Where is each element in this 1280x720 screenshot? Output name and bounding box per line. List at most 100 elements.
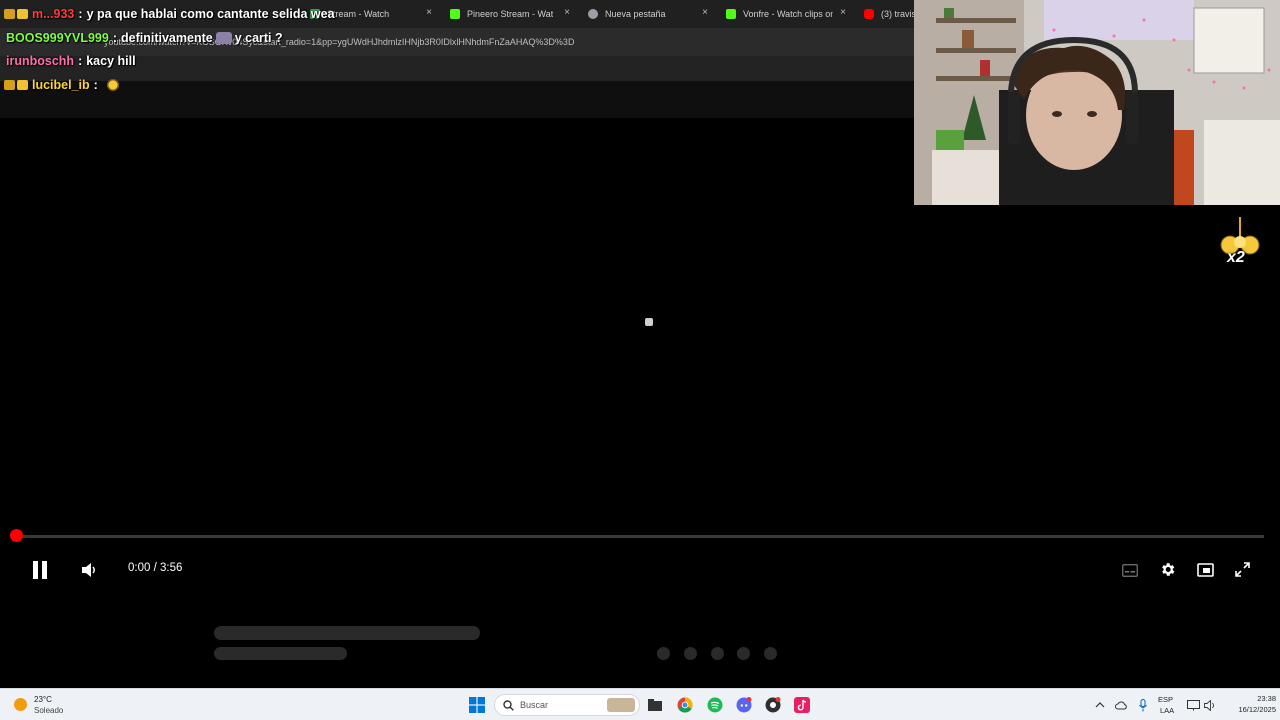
tab-favicon-icon [450, 9, 460, 19]
progress-scrubber[interactable] [10, 529, 23, 542]
spotify-button[interactable] [706, 696, 724, 714]
spotify-icon [707, 697, 723, 713]
pause-icon [33, 561, 47, 579]
browser-tab[interactable]: (3) travis s [854, 0, 914, 28]
tray-app-button[interactable] [1112, 696, 1130, 714]
weather-widget[interactable]: 23°C Soleado [0, 689, 90, 720]
chat-badge-icon [4, 80, 15, 90]
tab-close-icon[interactable]: × [426, 7, 432, 19]
webcam-feed [914, 0, 1280, 205]
search-icon [503, 700, 514, 711]
pause-button[interactable] [28, 558, 52, 582]
chat-username: irunboschh [6, 54, 75, 68]
time-separator: / [150, 562, 160, 574]
chat-text: definitivamente [121, 31, 213, 45]
page-header [0, 81, 914, 118]
chat-separator: : [78, 54, 83, 68]
tab-favicon-icon [864, 9, 874, 19]
title-skeleton [214, 626, 480, 640]
subtitle-skeleton [214, 647, 347, 660]
expand-icon [1235, 562, 1250, 577]
sun-icon [14, 698, 27, 711]
tab-title: Vonfre - Watch clips on K [743, 9, 833, 19]
subtitles-icon [1122, 563, 1138, 577]
screen: Stream - Watch × Pineero Stream - Watch … [0, 0, 1280, 720]
emote-combo-overlay: x2 [1218, 215, 1262, 271]
progress-bar[interactable] [16, 535, 1264, 538]
button-skeleton [764, 647, 777, 660]
theater-mode-icon [1197, 562, 1214, 577]
browser-tab[interactable]: Pineero Stream - Watch L × [440, 0, 578, 28]
chrome-icon [677, 697, 693, 713]
network-button[interactable] [1184, 696, 1202, 714]
chat-message: BOOS999YVL999 : definitivamente y carti … [4, 28, 283, 48]
tab-title: Nueva pestaña [605, 9, 666, 19]
taskbar-search[interactable]: Buscar [494, 694, 640, 716]
obs-icon [765, 697, 781, 713]
chat-username: lucibel_ib [32, 78, 90, 92]
file-explorer-button[interactable] [646, 696, 664, 714]
folder-icon [648, 699, 662, 711]
emote-multiplier: x2 [1227, 249, 1245, 266]
tab-close-icon[interactable]: × [840, 7, 846, 19]
chat-text: kacy hill [86, 54, 136, 68]
current-time: 0:00 [128, 562, 151, 574]
bookmarks-bar [0, 56, 914, 81]
webcam-overlay [914, 0, 1280, 205]
tiktok-button[interactable] [793, 696, 811, 714]
chat-username: BOOS999YVL999 [6, 31, 109, 45]
search-highlight-icon [607, 698, 635, 712]
subtitles-button[interactable] [1119, 559, 1141, 581]
crown-badge-icon [17, 80, 28, 90]
clock-date[interactable]: 16/12/2025 [1222, 705, 1276, 714]
tab-favicon-icon [588, 9, 598, 19]
chat-separator: : [78, 7, 83, 21]
microphone-button[interactable] [1134, 696, 1152, 714]
language-code[interactable]: ESP [1158, 695, 1173, 704]
emote-icon [215, 32, 232, 44]
chrome-button[interactable] [676, 696, 694, 714]
button-skeleton [737, 647, 750, 660]
cloud-icon [1115, 701, 1127, 710]
volume-button[interactable] [78, 559, 100, 581]
chat-message: m...933 : y pa que hablai como cantante … [4, 4, 335, 24]
tray-overflow-button[interactable] [1091, 696, 1109, 714]
volume-icon [82, 563, 95, 577]
chat-text: y pa que hablai como cantante selida wea [86, 7, 335, 21]
gear-icon [1162, 563, 1175, 576]
loading-indicator [645, 318, 653, 326]
speaker-icon [1203, 699, 1214, 711]
keyboard-layout[interactable]: LAA [1160, 706, 1174, 715]
taskbar: 23°C Soleado Buscar ESP LAA 23:38 16/12/… [0, 688, 1280, 720]
crown-badge-icon [17, 9, 28, 19]
obs-button[interactable] [764, 696, 782, 714]
weather-temperature: 23°C [34, 695, 52, 704]
tab-title: Stream - Watch [327, 9, 390, 19]
tab-favicon-icon [726, 9, 736, 19]
theater-mode-button[interactable] [1194, 558, 1217, 581]
settings-button[interactable] [1156, 558, 1179, 581]
button-skeleton [711, 647, 724, 660]
microphone-icon [1139, 698, 1147, 711]
start-button[interactable] [468, 696, 486, 714]
tiktok-icon [794, 697, 810, 713]
tab-close-icon[interactable]: × [564, 7, 570, 19]
tab-title: Pineero Stream - Watch L [467, 9, 553, 19]
clock-time[interactable]: 23:38 [1242, 694, 1276, 703]
search-placeholder: Buscar [520, 700, 549, 710]
tab-close-icon[interactable]: × [702, 7, 708, 19]
browser-tab[interactable]: Vonfre - Watch clips on K × [716, 0, 854, 28]
weather-condition: Soleado [34, 706, 64, 715]
network-icon [1186, 699, 1200, 710]
volume-tray-button[interactable] [1201, 696, 1219, 714]
discord-icon [736, 697, 752, 713]
chat-badge-icon [4, 9, 15, 19]
time-display: 0:00 / 3:56 [128, 562, 182, 574]
browser-tab[interactable]: Nueva pestaña × [578, 0, 716, 28]
windows-logo-icon [469, 697, 485, 713]
chat-separator: : [93, 78, 98, 92]
discord-button[interactable] [735, 696, 753, 714]
fullscreen-button[interactable] [1231, 558, 1254, 581]
chat-message: irunboschh : kacy hill [4, 51, 136, 71]
button-skeleton [684, 647, 697, 660]
